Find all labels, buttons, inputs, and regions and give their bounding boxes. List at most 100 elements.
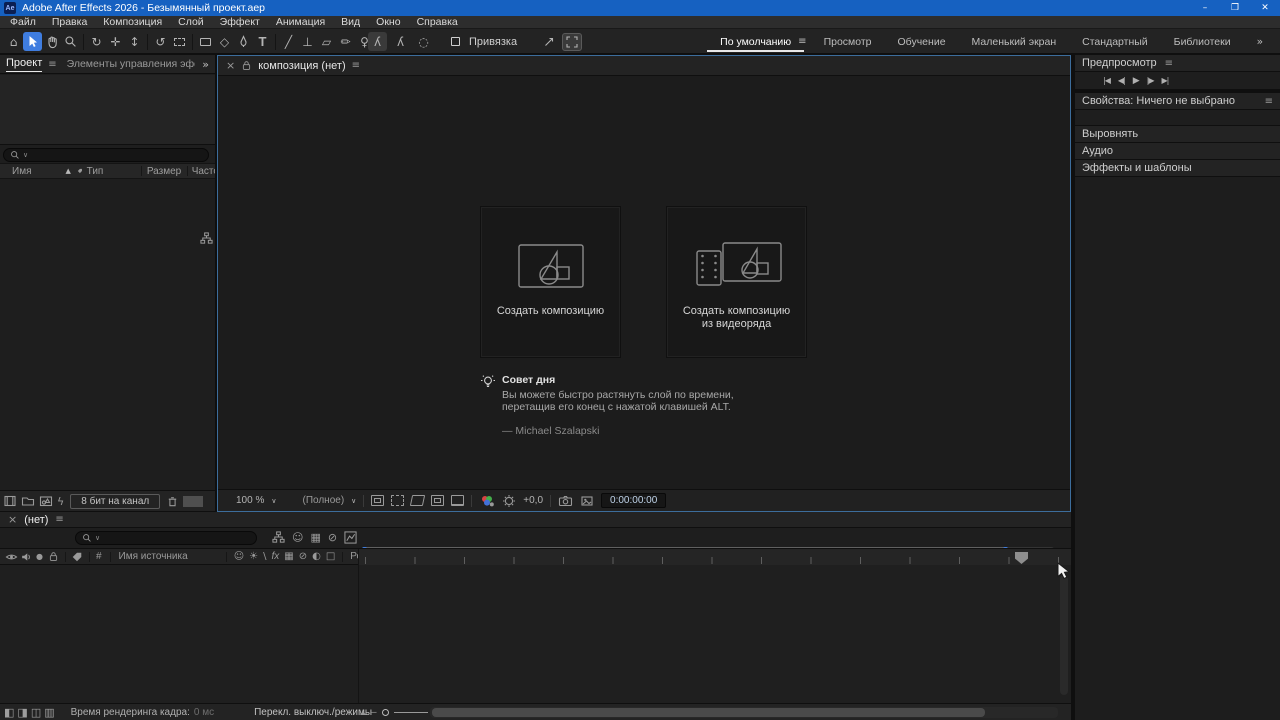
frame-blend-switch-icon[interactable]: ▦: [284, 551, 293, 562]
lock-icon[interactable]: [48, 551, 59, 562]
pen-tool[interactable]: [234, 32, 253, 51]
menu-view[interactable]: Вид: [333, 16, 368, 28]
roto-brush-tool[interactable]: ✏: [336, 32, 355, 51]
timeline-tab-close-icon[interactable]: ×: [8, 513, 17, 526]
orbit-camera-tool[interactable]: ↻: [87, 32, 106, 51]
menu-window[interactable]: Окно: [368, 16, 408, 28]
composition-tab-close-icon[interactable]: ×: [226, 59, 235, 72]
toggle-switches-modes-button[interactable]: Перекл. выключ./режимы: [254, 707, 372, 718]
puppet-node-tool[interactable]: ʎ: [391, 32, 410, 51]
scale-arrow-icon[interactable]: [539, 32, 558, 51]
show-snapshot-icon[interactable]: [580, 494, 594, 508]
clone-stamp-tool[interactable]: ⊥: [298, 32, 317, 51]
shape-tool[interactable]: ◇: [215, 32, 234, 51]
column-size[interactable]: Размер: [147, 166, 181, 177]
eraser-tool[interactable]: ▱: [317, 32, 336, 51]
exposure-icon[interactable]: [502, 494, 516, 508]
expand-transfer-controls-icon[interactable]: ◨: [17, 706, 27, 719]
safe-zones-button[interactable]: [391, 495, 404, 506]
column-source-name[interactable]: Имя источника: [119, 551, 188, 562]
exposure-value[interactable]: +0,0: [523, 495, 543, 506]
properties-menu-icon[interactable]: ≡: [1265, 96, 1273, 107]
create-composition-card[interactable]: Создать композицию: [480, 206, 621, 358]
tab-project[interactable]: Проект: [6, 57, 42, 72]
resolution-select[interactable]: (Полное): [302, 495, 344, 506]
mask-visibility-button[interactable]: [410, 495, 425, 506]
home-icon[interactable]: ⌂: [4, 32, 23, 51]
column-name[interactable]: Имя: [12, 166, 31, 177]
menu-file[interactable]: Файл: [2, 16, 44, 28]
collapse-transformations-icon[interactable]: ☀: [249, 551, 258, 562]
grid-guides-button[interactable]: [371, 495, 384, 506]
zoom-out-mountain-icon[interactable]: [360, 711, 366, 715]
menu-edit[interactable]: Правка: [44, 16, 95, 28]
flowchart-icon[interactable]: [200, 232, 213, 245]
pan-camera-tool[interactable]: ✛: [106, 32, 125, 51]
motion-blur-icon[interactable]: ⊘: [328, 531, 337, 544]
rotation-tool[interactable]: ↺: [151, 32, 170, 51]
interpret-footage-icon[interactable]: [3, 494, 17, 508]
timeline-layer-area[interactable]: [0, 565, 1071, 703]
solo-icon[interactable]: ●: [36, 552, 43, 561]
motion-blur-switch-icon[interactable]: ⊘: [299, 551, 307, 562]
zoom-tool[interactable]: [61, 32, 80, 51]
workspace-default[interactable]: По умолчанию: [707, 36, 804, 52]
previous-frame-button[interactable]: ◀|: [1118, 76, 1125, 85]
graph-editor-icon[interactable]: [344, 531, 357, 544]
restore-button[interactable]: ❐: [1220, 0, 1250, 16]
audio-panel-header[interactable]: Аудио: [1075, 143, 1280, 160]
tab-effect-controls[interactable]: Элементы управления эффектами (не: [67, 58, 195, 70]
workspace-standard[interactable]: Стандартный: [1069, 36, 1161, 48]
composition-panel-menu-icon[interactable]: ≡: [352, 60, 360, 71]
next-frame-button[interactable]: |▶: [1147, 76, 1154, 85]
color-depth-button[interactable]: 8 бит на канал: [70, 494, 160, 509]
snap-checkbox[interactable]: [451, 37, 460, 46]
column-type[interactable]: Тип: [87, 166, 104, 177]
quality-switch-icon[interactable]: \: [263, 551, 266, 562]
dolly-camera-tool[interactable]: ↕: [125, 32, 144, 51]
effects-presets-panel-header[interactable]: Эффекты и шаблоны: [1075, 160, 1280, 177]
timeline-vertical-scrollbar[interactable]: [1060, 575, 1068, 695]
properties-panel-header[interactable]: Свойства: Ничего не выбрано ≡: [1075, 93, 1280, 110]
lock-icon[interactable]: [241, 60, 252, 71]
workspace-learn[interactable]: Обучение: [885, 36, 959, 48]
timeline-zoom-handle[interactable]: [382, 709, 389, 716]
preview-menu-icon[interactable]: ≡: [1165, 58, 1173, 69]
zoom-level-select[interactable]: 100 %: [236, 495, 264, 506]
timeline-panel-menu-icon[interactable]: ≡: [55, 514, 63, 525]
composition-tab-label[interactable]: композиция (нет): [258, 60, 345, 72]
play-button[interactable]: ▶: [1133, 76, 1139, 86]
workspace-overflow-icon[interactable]: »: [1244, 36, 1276, 48]
timeline-tab-label[interactable]: (нет): [24, 514, 48, 526]
menu-animation[interactable]: Анимация: [268, 16, 333, 28]
audio-speaker-icon[interactable]: [20, 551, 32, 563]
expand-in-out-icon[interactable]: ◫: [31, 706, 41, 719]
transparency-grid-button[interactable]: [451, 495, 464, 506]
sort-ascending-icon[interactable]: ▲: [65, 167, 70, 175]
project-tabs-overflow-icon[interactable]: »: [202, 58, 209, 71]
workspace-libraries[interactable]: Библиотеки: [1161, 36, 1244, 48]
selection-tool[interactable]: [23, 32, 42, 51]
time-ruler[interactable]: [358, 549, 1071, 566]
adjustment-layer-switch-icon[interactable]: ◐: [312, 551, 321, 562]
project-panel-menu-icon[interactable]: ≡: [48, 59, 56, 70]
timeline-zoom-slider[interactable]: [394, 712, 428, 713]
column-rate[interactable]: Частота ...: [192, 166, 215, 177]
minimize-button[interactable]: –: [1190, 0, 1220, 16]
brush-tool[interactable]: ╱: [279, 32, 298, 51]
snapshot-camera-icon[interactable]: [558, 494, 573, 508]
lasso-tool[interactable]: ◌: [414, 32, 433, 51]
label-tag-icon[interactable]: [77, 165, 83, 177]
trash-icon[interactable]: [166, 495, 179, 508]
workspace-small-screen[interactable]: Маленький экран: [959, 36, 1070, 48]
mini-flowchart-icon[interactable]: [272, 531, 285, 544]
video-eye-icon[interactable]: [5, 551, 18, 563]
workspace-menu-icon[interactable]: ≡: [798, 36, 806, 47]
close-button[interactable]: ✕: [1250, 0, 1280, 16]
expand-layer-switches-icon[interactable]: ◧: [4, 706, 14, 719]
zoom-chevron-icon[interactable]: ∨: [271, 497, 276, 505]
resolution-chevron-icon[interactable]: ∨: [351, 497, 356, 505]
align-panel-header[interactable]: Выровнять: [1075, 126, 1280, 143]
puppet-node-tool-active[interactable]: ʎ: [368, 32, 387, 51]
project-settings-icon[interactable]: ϟ: [57, 495, 64, 508]
